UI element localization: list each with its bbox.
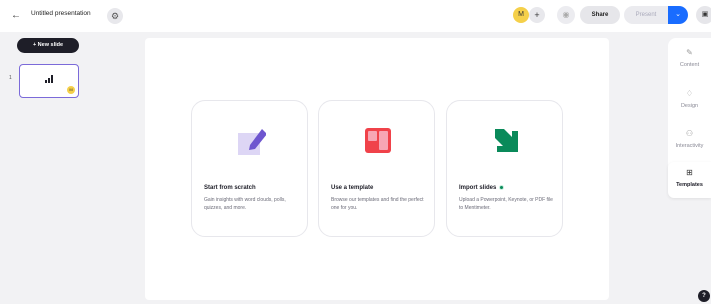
new-indicator-dot — [499, 185, 505, 190]
menu-icon[interactable]: ▣ — [696, 6, 711, 24]
bar-chart-icon — [45, 75, 53, 83]
card-title: Import slides — [459, 185, 505, 192]
slide-thumbnail[interactable]: M — [19, 64, 79, 98]
card-title-text: Import slides — [459, 185, 497, 192]
panel-tab-design[interactable]: ♢ Design — [668, 83, 711, 119]
right-panel: ✎ Content ♢ Design ⚇ Interactivity ⊞ Tem… — [668, 38, 711, 198]
template-icon — [365, 128, 391, 153]
presentation-title[interactable]: Untitled presentation — [31, 10, 91, 17]
card-title: Use a template — [331, 185, 374, 191]
panel-tab-label: Interactivity — [675, 143, 704, 149]
panel-tab-label: Content — [679, 62, 700, 68]
import-arrow-icon — [495, 129, 518, 152]
panel-tab-templates[interactable]: ⊞ Templates — [668, 162, 711, 198]
start-from-scratch-card[interactable]: Start from scratch Gain insights with wo… — [191, 100, 308, 237]
new-slide-button[interactable]: + New slide — [17, 38, 79, 53]
add-collaborator-button[interactable]: + — [529, 7, 545, 23]
card-title: Start from scratch — [204, 185, 256, 191]
panel-tab-label: Design — [680, 103, 699, 109]
grid-icon: ⊞ — [686, 168, 693, 177]
card-description: Browse our templates and find the perfec… — [331, 197, 424, 211]
panel-tab-content[interactable]: ✎ Content — [668, 42, 711, 78]
help-button[interactable]: ? — [698, 290, 710, 302]
settings-gear-icon[interactable]: ⚙ — [107, 8, 123, 24]
pencil-icon: ✎ — [686, 48, 693, 57]
card-description: Upload a Powerpoint, Keynote, or PDF fil… — [459, 197, 553, 211]
paint-icon: ♢ — [685, 89, 694, 98]
preview-eye-icon[interactable]: ◉ — [557, 6, 575, 24]
people-icon: ⚇ — [685, 129, 694, 138]
panel-tab-label: Templates — [676, 182, 703, 188]
present-button[interactable]: Present — [624, 6, 668, 24]
slide-canvas: Start from scratch Gain insights with wo… — [145, 38, 609, 300]
top-bar: ← Untitled presentation ⚙ M + ◉ Share Pr… — [0, 0, 711, 32]
edit-icon — [238, 129, 266, 155]
slide-number: 1 — [9, 75, 12, 81]
card-description: Gain insights with word clouds, polls, q… — [204, 197, 286, 211]
use-template-card[interactable]: Use a template Browse our templates and … — [318, 100, 435, 237]
present-dropdown-chevron-icon[interactable]: ⌄ — [668, 6, 688, 24]
import-slides-card[interactable]: Import slides Upload a Powerpoint, Keyno… — [446, 100, 563, 237]
slide-author-badge: M — [67, 86, 75, 94]
panel-tab-interactivity[interactable]: ⚇ Interactivity — [668, 123, 711, 159]
share-button[interactable]: Share — [580, 6, 620, 24]
back-arrow-icon[interactable]: ← — [9, 9, 23, 23]
user-avatar[interactable]: M — [513, 7, 529, 23]
